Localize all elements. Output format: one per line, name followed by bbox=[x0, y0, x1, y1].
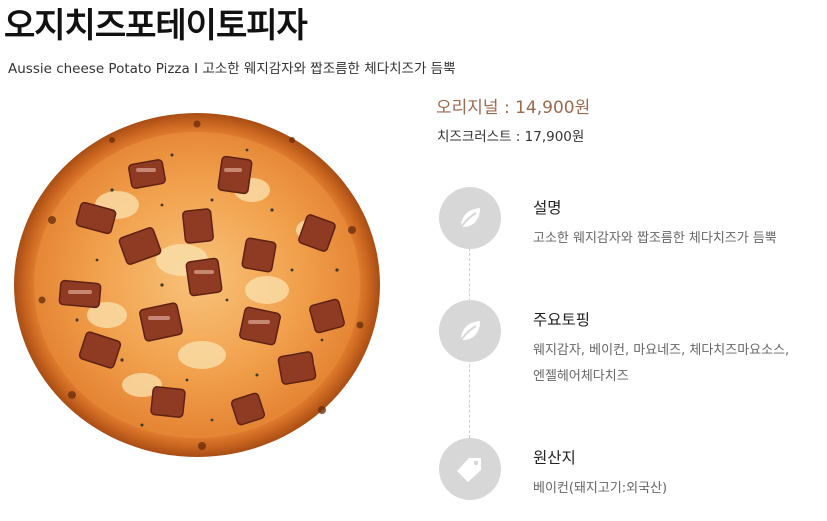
info-heading-origin: 원산지 bbox=[533, 449, 576, 467]
price-cheese-crust: 치즈크러스트 : 17,900원 bbox=[437, 129, 585, 145]
toppings-leaf-icon bbox=[439, 300, 501, 362]
page-title: 오지치즈포테이토피자 bbox=[4, 6, 308, 46]
info-text-origin: 베이컨(돼지고기:외국산) bbox=[533, 481, 668, 496]
pizza-image bbox=[12, 110, 382, 460]
product-subtitle: Aussie cheese Potato Pizza I 고소한 웨지감자와 짭… bbox=[8, 61, 456, 77]
info-text-toppings-line1: 웨지감자, 베이컨, 마요네즈, 체다치즈마요소스, bbox=[533, 343, 790, 358]
info-heading-toppings: 주요토핑 bbox=[533, 311, 591, 329]
origin-tag-icon bbox=[439, 438, 501, 500]
price-original: 오리지널 : 14,900원 bbox=[436, 98, 591, 118]
info-text-toppings-line2: 엔젤헤어체다치즈 bbox=[533, 369, 629, 384]
info-text-description: 고소한 웨지감자와 짭조름한 체다치즈가 듬뿍 bbox=[533, 231, 777, 246]
description-leaf-icon bbox=[439, 187, 501, 249]
info-heading-description: 설명 bbox=[533, 199, 562, 217]
